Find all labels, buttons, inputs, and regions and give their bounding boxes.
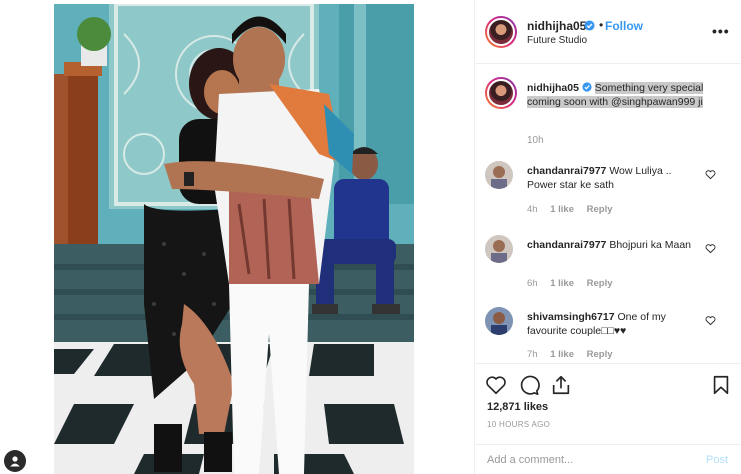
person-glyph	[10, 456, 20, 467]
comment-meta: 4h 1 like Reply	[527, 204, 623, 215]
comments-list[interactable]: nidhijha05 Something very special coming…	[475, 65, 741, 363]
commenter-avatar-image	[485, 161, 513, 189]
comment-username[interactable]: shivamsingh6717	[527, 311, 615, 323]
follow-button[interactable]: Follow	[605, 19, 643, 33]
comment-meta: 6h 1 like Reply	[527, 278, 623, 289]
post-location[interactable]: Future Studio	[527, 35, 587, 46]
comment-likes[interactable]: 1 like	[550, 278, 574, 289]
commenter-avatar[interactable]	[485, 161, 513, 189]
comment-likes[interactable]: 1 like	[550, 349, 574, 360]
commenter-avatar-image	[485, 307, 513, 335]
share-icon[interactable]	[550, 374, 572, 396]
comment-username[interactable]: chandanrai7977	[527, 239, 606, 251]
comment-like-heart-icon[interactable]	[705, 315, 716, 326]
comment-time[interactable]: 7h	[527, 349, 538, 360]
comment-time[interactable]: 4h	[527, 204, 538, 215]
comment-text-block: shivamsingh6717 One of my favourite coup…	[527, 310, 702, 338]
comment-like-heart-icon[interactable]	[705, 243, 716, 254]
caption-username[interactable]: nidhijha05	[527, 82, 579, 94]
likes-count[interactable]: 12,871 likes	[487, 401, 548, 413]
verified-badge-icon	[584, 20, 595, 31]
comment-input[interactable]	[487, 452, 687, 468]
add-comment-bar: Post	[475, 444, 741, 474]
caption-text-block: nidhijha05 Something very special coming…	[527, 81, 727, 109]
author-avatar[interactable]	[485, 16, 517, 48]
photo-column	[0, 0, 474, 474]
comment-meta: 7h 1 like Reply	[527, 349, 623, 360]
heart-icon[interactable]	[485, 374, 507, 396]
comment-text-block: chandanrai7977 Wow Luliya .. Power star …	[527, 164, 702, 192]
post-time-ago[interactable]: 10 HOURS AGO	[487, 420, 550, 429]
comment-text: Bhojpuri ka Maan	[609, 239, 692, 251]
comment-reply-button[interactable]: Reply	[587, 349, 613, 360]
caption-timestamp[interactable]: 10h	[527, 135, 544, 146]
comment-username[interactable]: chandanrai7977	[527, 165, 606, 177]
post-comment-button[interactable]: Post	[706, 454, 728, 466]
commenter-avatar[interactable]	[485, 235, 513, 263]
comment-reply-button[interactable]: Reply	[587, 278, 613, 289]
comment-icon[interactable]	[518, 374, 540, 396]
more-options-icon[interactable]: •••	[712, 23, 730, 39]
caption-verified-badge-icon	[582, 82, 592, 92]
photo-illustration	[54, 4, 414, 474]
bookmark-icon[interactable]	[710, 374, 732, 396]
comment-likes[interactable]: 1 like	[550, 204, 574, 215]
caption-avatar[interactable]	[485, 77, 517, 109]
caption-avatar-image	[487, 79, 515, 107]
comment-like-heart-icon[interactable]	[705, 169, 716, 180]
post-photo[interactable]	[54, 4, 414, 474]
commenter-avatar-image	[485, 235, 513, 263]
post-side-panel: nidhijha05 • Follow Future Studio ••• ni…	[474, 0, 741, 474]
header-separator: •	[599, 18, 604, 32]
instagram-post: nidhijha05 • Follow Future Studio ••• ni…	[0, 0, 741, 474]
author-avatar-image	[487, 18, 515, 46]
comment-time[interactable]: 6h	[527, 278, 538, 289]
post-actions: 12,871 likes 10 HOURS AGO Post	[475, 363, 741, 474]
comment-text-block: chandanrai7977 Bhojpuri ka Maan	[527, 238, 702, 252]
commenter-avatar[interactable]	[485, 307, 513, 335]
author-username[interactable]: nidhijha05	[527, 19, 586, 33]
profile-icon[interactable]	[4, 450, 26, 472]
post-header: nidhijha05 • Follow Future Studio •••	[475, 0, 741, 64]
comment-reply-button[interactable]: Reply	[587, 204, 613, 215]
